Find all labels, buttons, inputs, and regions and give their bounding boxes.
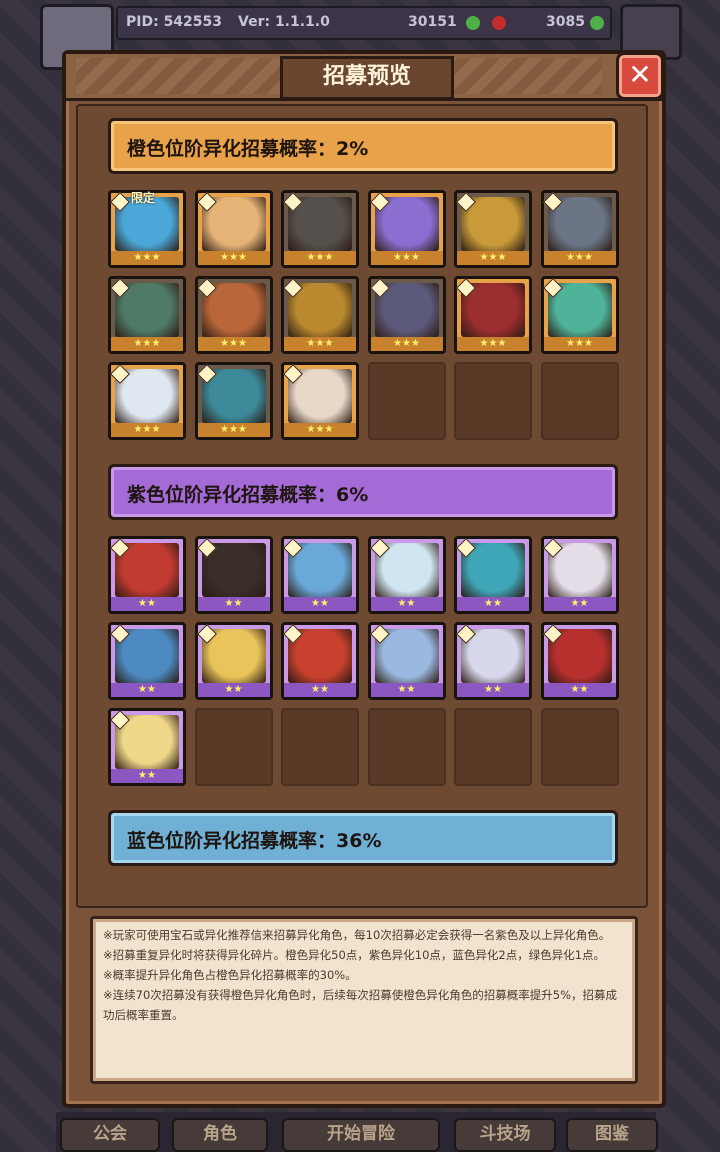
character-card[interactable]: ★★ (281, 536, 359, 614)
star-rating: ★★ (311, 684, 329, 695)
character-card[interactable]: ★★ (367, 536, 446, 614)
star-rating: ★★★ (220, 424, 247, 435)
character-card[interactable]: ★★★ (367, 276, 446, 354)
empty-slot (367, 708, 446, 786)
star-rating: ★★★ (133, 338, 161, 349)
nav-character[interactable]: 角色 (172, 1118, 268, 1152)
character-card[interactable]: ★★★ (108, 362, 186, 440)
recruit-preview-modal: 招募预览 ✕ 橙色位阶异化招募概率：2% ★★★ 限定 ★★★ ★★★ ★★★ ★★★ ★★… (62, 50, 666, 1108)
orange-rate-bar: 橙色位阶异化招募概率：2% (108, 118, 618, 174)
character-card[interactable]: ★★ (108, 708, 186, 786)
character-card[interactable]: ★★ (281, 622, 359, 700)
star-rating: ★★★ (220, 338, 247, 349)
empty-slot (540, 708, 619, 786)
orange-character-grid: ★★★ 限定 ★★★ ★★★ ★★★ ★★★ ★★★ ★★★ ★★★ ★★★ ★★★ ★★★ ★★★ ★★… (108, 190, 624, 440)
character-card[interactable]: ★★★ (194, 276, 273, 354)
character-card[interactable]: ★★★ (281, 276, 359, 354)
character-card[interactable]: ★★★ (540, 190, 619, 268)
character-card[interactable]: ★★ (540, 622, 619, 700)
empty-slot (194, 708, 273, 786)
star-rating: ★★★ (393, 338, 420, 349)
star-rating: ★★ (484, 598, 502, 609)
star-rating: ★★ (138, 598, 156, 609)
character-card[interactable]: ★★★ (194, 362, 273, 440)
star-rating: ★★★ (306, 424, 334, 435)
star-rating: ★★★ (479, 338, 507, 349)
character-card[interactable]: ★★★ (454, 190, 532, 268)
empty-slot (454, 708, 532, 786)
star-rating: ★★ (138, 770, 156, 781)
nav-arena[interactable]: 斗技场 (454, 1118, 556, 1152)
character-card[interactable]: ★★ (194, 536, 273, 614)
character-card[interactable]: ★★★ 限定 (108, 190, 186, 268)
star-rating: ★★ (138, 684, 156, 695)
character-card[interactable]: ★★★ (194, 190, 273, 268)
star-rating: ★★ (311, 598, 329, 609)
character-card[interactable]: ★★★ (454, 276, 532, 354)
star-rating: ★★★ (479, 252, 507, 263)
modal-title: 招募预览 (280, 56, 454, 100)
modal-header: 招募预览 ✕ (66, 52, 664, 101)
note-line: ※连续70次招募没有获得橙色异化角色时，后续每次招募使橙色异化角色的招募概率提升… (103, 988, 618, 1022)
star-rating: ★★★ (566, 338, 593, 349)
star-rating: ★★★ (566, 252, 593, 263)
character-card[interactable]: ★★ (540, 536, 619, 614)
star-rating: ★★ (397, 598, 416, 609)
nav-adventure[interactable]: 开始冒险 (282, 1118, 440, 1152)
modal-content: 橙色位阶异化招募概率：2% ★★★ 限定 ★★★ ★★★ ★★★ ★★★ ★★★ ★★★ ★★★… (76, 104, 648, 908)
character-card[interactable]: ★★ (454, 622, 532, 700)
character-card[interactable]: ★★★ (367, 190, 446, 268)
bottom-nav: 公会 角色 开始冒险 斗技场 图鉴 (56, 1112, 658, 1152)
pid-label: PID: 542553 (126, 14, 223, 30)
close-button[interactable]: ✕ (616, 52, 664, 100)
star-rating: ★★ (570, 598, 589, 609)
currency2-value: 3085 (546, 14, 585, 30)
empty-slot (367, 362, 446, 440)
version-label: Ver: 1.1.1.0 (238, 14, 330, 30)
star-rating: ★★★ (306, 252, 334, 263)
limited-badge: 限定 (131, 191, 156, 205)
character-card[interactable]: ★★★ (281, 362, 359, 440)
ruby-gem-icon (492, 16, 506, 30)
note-line: ※概率提升异化角色占橙色异化招募概率的30%。 (103, 968, 357, 982)
currency1-value: 30151 (408, 14, 457, 30)
star-rating: ★★ (224, 598, 243, 609)
star-rating: ★★★ (133, 424, 161, 435)
star-rating: ★★★ (220, 252, 247, 263)
character-card[interactable]: ★★★ (108, 276, 186, 354)
character-card[interactable]: ★★ (194, 622, 273, 700)
empty-slot (540, 362, 619, 440)
note-line: ※招募重复异化时将获得异化碎片。橙色异化50点，紫色异化10点，蓝色异化2点，绿… (103, 948, 606, 962)
purple-character-grid: ★★ ★★ ★★ ★★ ★★ ★★ ★★ ★★ ★★ ★★ ★★ ★★ ★★ (108, 536, 624, 786)
star-rating: ★★ (484, 684, 502, 695)
plus-icon[interactable] (590, 16, 604, 30)
star-rating: ★★★ (133, 252, 161, 263)
character-card[interactable]: ★★ (454, 536, 532, 614)
character-card[interactable]: ★★ (108, 622, 186, 700)
character-card[interactable]: ★★★ (540, 276, 619, 354)
note-line: ※玩家可使用宝石或异化推荐信来招募异化角色，每10次招募必定会获得一名紫色及以上… (103, 928, 611, 942)
nav-guild[interactable]: 公会 (60, 1118, 160, 1152)
recruit-notes: ※玩家可使用宝石或异化推荐信来招募异化角色，每10次招募必定会获得一名紫色及以上… (90, 916, 638, 1084)
star-rating: ★★ (397, 684, 416, 695)
star-rating: ★★★ (306, 338, 334, 349)
star-rating: ★★ (570, 684, 589, 695)
empty-slot (281, 708, 359, 786)
nav-codex[interactable]: 图鉴 (566, 1118, 658, 1152)
empty-slot (454, 362, 532, 440)
star-rating: ★★★ (393, 252, 420, 263)
star-rating: ★★ (224, 684, 243, 695)
status-bar: PID: 542553 Ver: 1.1.1.0 30151 3085 (116, 6, 612, 40)
blue-rate-bar: 蓝色位阶异化招募概率：36% (108, 810, 618, 866)
plus-icon[interactable] (466, 16, 480, 30)
character-card[interactable]: ★★ (108, 536, 186, 614)
character-card[interactable]: ★★ (367, 622, 446, 700)
purple-rate-bar: 紫色位阶异化招募概率：6% (108, 464, 618, 520)
character-card[interactable]: ★★★ (281, 190, 359, 268)
